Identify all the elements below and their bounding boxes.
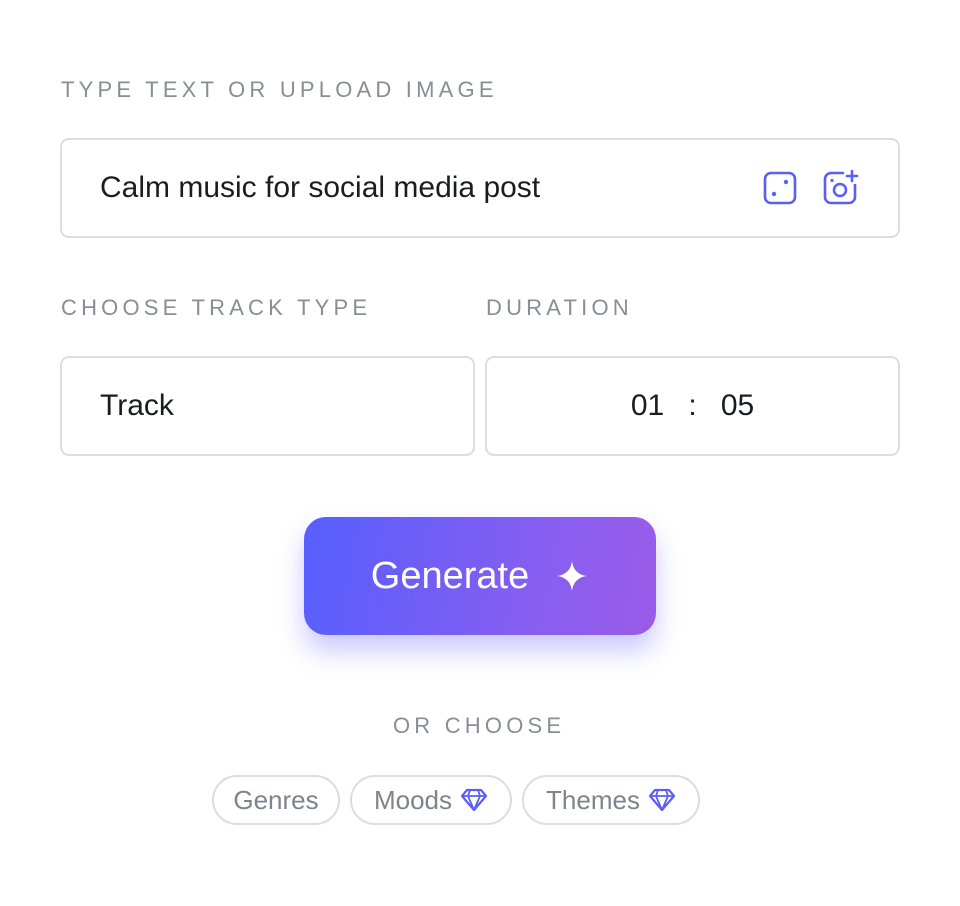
prompt-input[interactable]: Calm music for social media post: [60, 138, 900, 238]
diamond-icon: [460, 788, 488, 812]
generate-button[interactable]: Generate: [304, 517, 656, 635]
chip-label: Moods: [373, 784, 453, 815]
track-type-value[interactable]: Track: [100, 358, 174, 454]
chip-moods[interactable]: Moods: [350, 775, 512, 825]
sparkle-icon: [555, 559, 589, 593]
duration-field[interactable]: 01 : 05: [485, 356, 900, 456]
chip-label: Themes: [546, 784, 640, 815]
prompt-input-value[interactable]: Calm music for social media post: [100, 140, 540, 236]
or-choose-label: OR CHOOSE: [393, 713, 566, 738]
chip-genres[interactable]: Genres: [212, 775, 340, 825]
chip-themes[interactable]: Themes: [522, 775, 700, 825]
duration-minutes[interactable]: 01: [623, 389, 673, 423]
generate-button-label: Generate: [370, 554, 530, 597]
add-photo-icon[interactable]: [820, 168, 860, 208]
prompt-label: TYPE TEXT OR UPLOAD IMAGE: [61, 77, 498, 102]
duration-seconds[interactable]: 05: [713, 389, 763, 423]
dice-icon[interactable]: [760, 168, 800, 208]
track-type-label: CHOOSE TRACK TYPE: [61, 295, 372, 320]
diamond-icon: [648, 788, 676, 812]
track-type-select[interactable]: Track: [60, 356, 475, 456]
duration-label: DURATION: [486, 295, 633, 320]
chip-label: Genres: [233, 784, 319, 815]
duration-separator: :: [688, 389, 697, 422]
